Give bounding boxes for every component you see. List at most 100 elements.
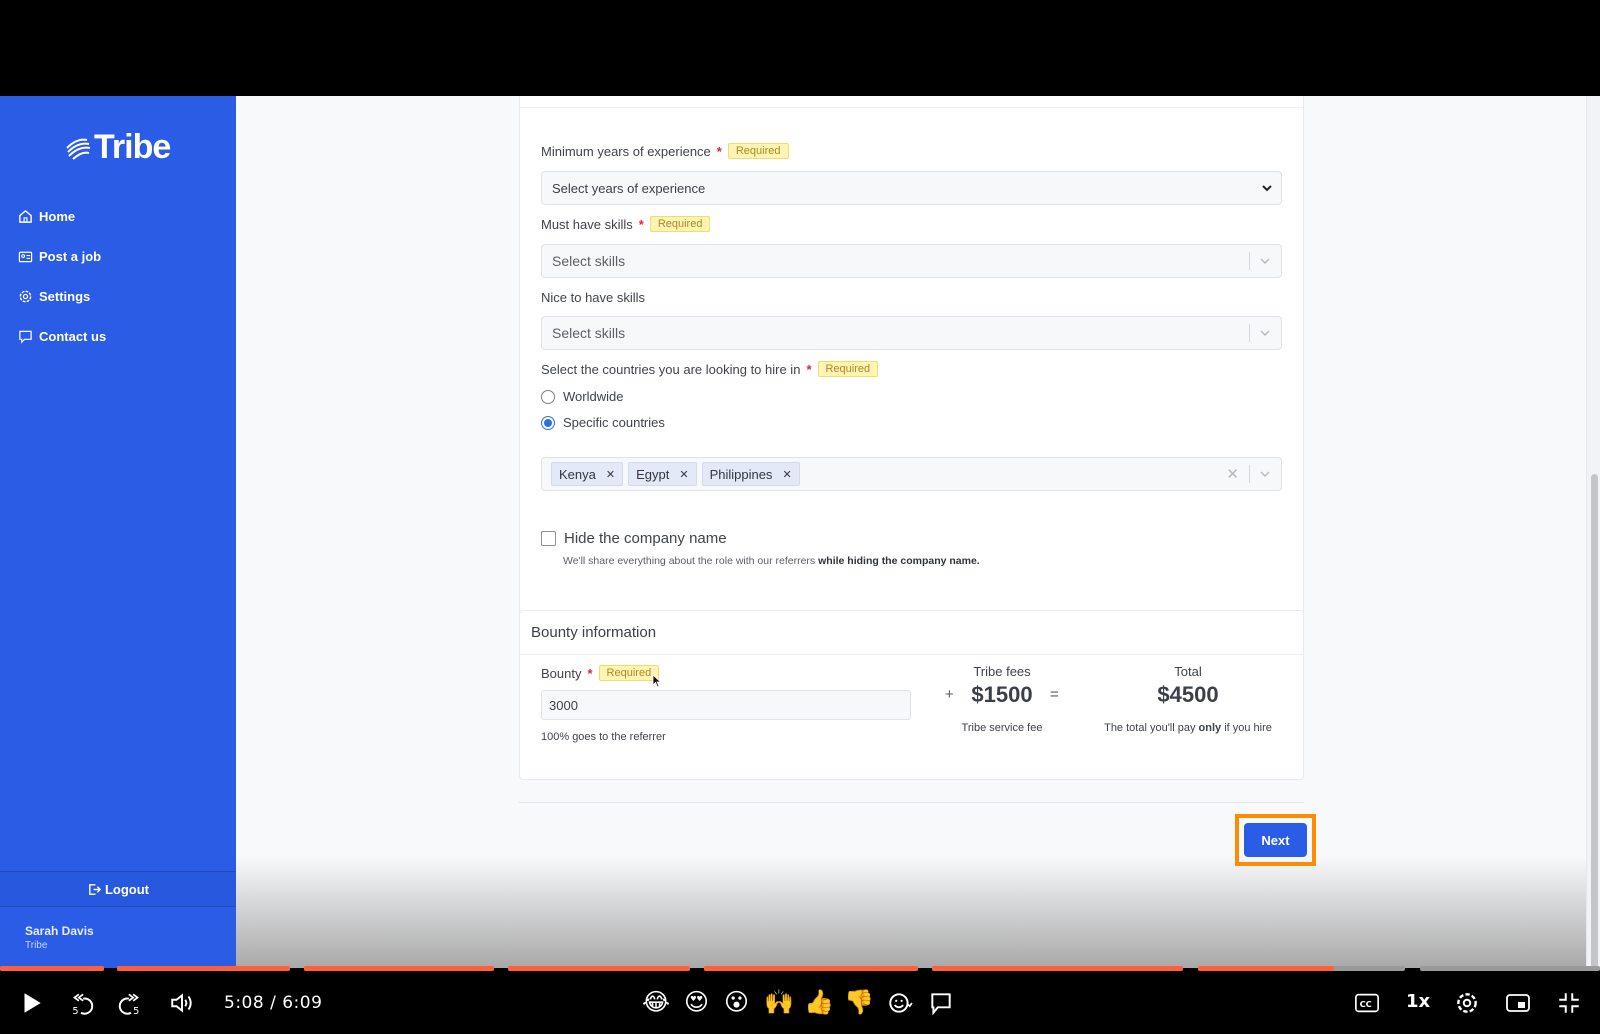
tribe-fees-sub: Tribe service fee [961,722,1043,734]
video-time: 5:08 / 6:09 [224,993,323,1013]
progress-played [117,966,290,971]
emoji-add-icon [889,993,913,1013]
rewind-5-button[interactable]: 5 [66,980,96,1026]
experience-label: Minimum years of experience * Required [541,143,789,159]
radio-button[interactable] [541,389,555,404]
required-star: * [587,665,593,681]
captions-button[interactable]: CC [1350,980,1384,1026]
reaction-raised-hands[interactable]: 🙌 [764,988,794,1018]
progress-segment[interactable] [304,966,494,971]
total: Total $4500 The total you'll pay only if… [1092,664,1284,734]
play-button[interactable] [16,980,46,1026]
bounty-label: Bounty * Required [541,665,660,681]
svg-text:5: 5 [133,1006,139,1016]
page-scrollbar[interactable] [1586,96,1600,968]
hide-company-label: Hide the company name [564,530,727,547]
exit-fullscreen-button[interactable] [1554,980,1584,1026]
required-star: * [806,361,812,377]
progress-segment[interactable] [932,966,1183,971]
remove-tag-icon[interactable]: ✕ [782,468,791,481]
progress-segment[interactable] [704,966,918,971]
countries-label: Select the countries you are looking to … [541,361,879,377]
required-star: * [716,143,722,159]
card-divider [520,107,1303,108]
forward-5-button[interactable]: 5 [116,980,146,1026]
home-icon [19,209,32,223]
progress-segment[interactable] [508,966,690,971]
indicator-separator [1249,252,1250,270]
chevron-down-icon[interactable] [1258,467,1272,481]
country-tag-philippines: Philippines ✕ [701,462,800,486]
volume-button[interactable] [166,980,198,1026]
cc-icon: CC [1355,993,1379,1013]
settings-button[interactable] [1452,980,1482,1026]
bounty-note: 100% goes to the referrer [541,731,666,743]
app-viewport: Tribe Home Post a job Settings Contact u… [0,96,1600,968]
chat-icon [19,330,32,344]
sidebar-item-contact-us[interactable]: Contact us [18,326,106,346]
forward-5-icon: 5 [118,993,139,1016]
hide-company-checkbox-row[interactable]: Hide the company name [541,530,727,547]
remove-tag-icon[interactable]: ✕ [679,468,688,481]
indicator-separator [1249,465,1250,483]
must-skills-placeholder: Select skills [552,253,626,269]
country-tag-kenya: Kenya ✕ [551,462,624,486]
sidebar-item-settings[interactable]: Settings [18,286,106,306]
playback-speed-button[interactable]: 1x [1406,991,1430,1012]
clear-all-icon[interactable]: ✕ [1226,465,1239,483]
picture-in-picture-button[interactable] [1502,980,1534,1026]
logout-button[interactable]: Logout [0,871,236,907]
reaction-heart-eyes[interactable]: 😍 [684,988,709,1018]
chevron-down-icon [1262,185,1272,192]
radio-worldwide[interactable]: Worldwide [541,389,623,404]
video-controls: 5 5 5:08 / 6:09 😂 😍 😮 🙌 👍 👎 CC 1x [0,980,1600,1026]
next-button-highlight: Next [1235,814,1316,866]
logout-label: Logout [104,881,150,897]
reaction-laugh[interactable]: 😂 [642,988,670,1018]
progress-segment[interactable] [1198,966,1405,971]
pip-icon [1506,994,1530,1012]
hide-company-checkbox[interactable] [541,531,556,546]
experience-select[interactable]: Select years of experience [541,171,1282,205]
chevron-down-icon[interactable] [1258,254,1272,268]
progress-played [704,966,918,971]
user-profile: Sarah Davis Tribe [25,924,94,951]
sidebar-item-home[interactable]: Home [18,206,106,226]
progress-segment[interactable] [117,966,290,971]
video-progress-bar[interactable] [0,966,1600,971]
reaction-thumbs-down[interactable]: 👎 [844,988,874,1018]
next-button[interactable]: Next [1244,823,1307,857]
scrollbar-thumb[interactable] [1591,474,1598,968]
progress-played [508,966,690,971]
remove-tag-icon[interactable]: ✕ [606,468,615,481]
nice-skills-select[interactable]: Select skills [541,316,1282,350]
tribe-fees: Tribe fees $1500 Tribe service fee [952,664,1052,734]
nice-skills-placeholder: Select skills [552,325,626,341]
mouse-cursor-icon [652,674,662,688]
bounty-input[interactable] [541,690,911,720]
must-skills-select[interactable]: Select skills [541,244,1282,278]
comment-button[interactable] [926,980,956,1026]
add-reaction-button[interactable] [885,980,915,1026]
sidebar-item-label: Settings [39,288,91,304]
logout-icon [89,883,102,895]
sidebar-item-post-a-job[interactable]: Post a job [18,246,106,266]
rewind-5-icon: 5 [72,993,94,1016]
progress-segment[interactable] [0,966,104,971]
chevron-down-icon[interactable] [1258,326,1272,340]
country-tag-egypt: Egypt ✕ [628,462,697,486]
sidebar: Tribe Home Post a job Settings Contact u… [0,96,236,968]
reaction-thumbs-up[interactable]: 👍 [804,988,834,1018]
progress-segment[interactable] [1420,966,1600,971]
video-player: Tribe Home Post a job Settings Contact u… [0,0,1600,1034]
user-org: Tribe [25,940,48,951]
indicator-separator [1249,324,1250,342]
required-badge: Required [727,143,789,159]
reaction-surprised[interactable]: 😮 [724,988,749,1018]
gear-icon [1457,993,1477,1013]
required-badge: Required [817,361,879,377]
radio-button-selected[interactable] [541,415,555,430]
countries-multiselect[interactable]: Kenya ✕ Egypt ✕ Philippines ✕ ✕ [541,457,1282,491]
play-icon [24,993,41,1013]
radio-specific-countries[interactable]: Specific countries [541,415,665,430]
